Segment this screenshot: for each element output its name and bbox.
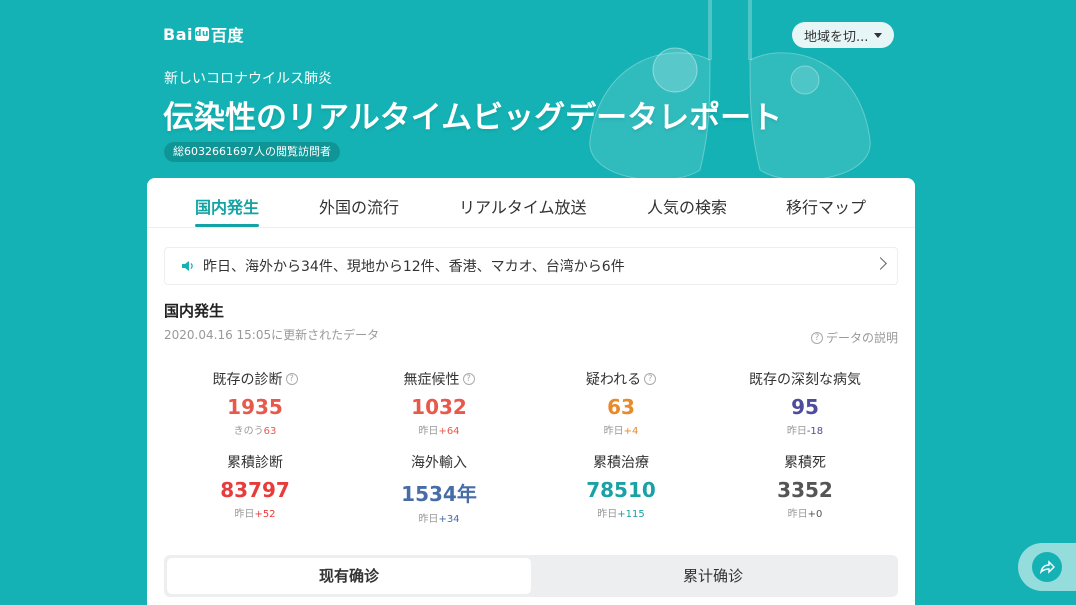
caret-down-icon: [874, 32, 883, 38]
stat-label: 累積治療: [593, 455, 649, 471]
stat-suspected: 疑われる? 63 昨日+4: [531, 369, 711, 437]
question-icon: ?: [810, 331, 823, 344]
stat-value: 95: [791, 395, 819, 419]
stat-label: 疑われる: [585, 372, 642, 388]
stat-change: 昨日+4: [603, 426, 639, 437]
confirmed-toggle: 现有确诊 累计确诊: [164, 555, 898, 597]
stat-value: 1935: [227, 395, 283, 419]
stat-value: 78510: [586, 478, 656, 502]
stat-label: 無症候性: [403, 372, 460, 388]
section-title: 国内発生: [164, 302, 225, 320]
data-explanation-link[interactable]: ? データの説明: [810, 329, 898, 346]
share-icon: [1032, 552, 1062, 582]
active-tab-indicator: [195, 224, 259, 227]
stat-cumulative-confirmed: 累積診断 83797 昨日+52: [165, 452, 345, 520]
stat-label: 累積診断: [227, 455, 283, 471]
page-title: 伝染性のリアルタイムビッグデータレポート: [163, 100, 783, 136]
chevron-right-icon: [874, 257, 887, 270]
toggle-cumulative-confirmed[interactable]: 累计确诊: [531, 558, 895, 594]
updated-timestamp: 2020.04.16 15:05に更新されたデータ: [164, 328, 380, 342]
stat-change: 昨日+34: [418, 514, 460, 525]
stat-label: 既存の診断: [212, 372, 283, 388]
stat-change: 昨日-18: [786, 426, 824, 437]
stat-value: 1534年: [401, 482, 477, 506]
tab-migration-map[interactable]: 移行マップ: [786, 194, 866, 218]
stat-change: 昨日+64: [418, 426, 460, 437]
stat-value: 3352: [777, 478, 833, 502]
tab-domestic[interactable]: 国内発生: [195, 194, 259, 218]
question-icon[interactable]: ?: [285, 373, 298, 385]
stat-label: 海外輸入: [411, 455, 467, 471]
notice-text: 昨日、海外から34件、現地から12件、香港、マカオ、台湾から6件: [203, 259, 625, 275]
question-icon[interactable]: ?: [644, 373, 657, 385]
data-explanation-label: データの説明: [825, 331, 898, 345]
main-card: 国内発生 外国の流行 リアルタイム放送 人気の検索 移行マップ 昨日、海外から3…: [147, 178, 915, 605]
paw-icon: du: [194, 27, 209, 41]
logo-text: Bai: [163, 24, 193, 44]
stat-imported: 海外輸入 1534年 昨日+34: [349, 452, 529, 525]
stat-value: 83797: [220, 478, 290, 502]
toggle-current-confirmed[interactable]: 现有确诊: [167, 558, 531, 594]
stat-cumulative-cured: 累積治療 78510 昨日+115: [531, 452, 711, 520]
region-switch-button[interactable]: 地域を切...: [792, 22, 895, 48]
baidu-logo[interactable]: Bai du 百度: [163, 22, 244, 46]
tab-bar: 国内発生 外国の流行 リアルタイム放送 人気の検索 移行マップ: [147, 178, 915, 228]
tab-overseas[interactable]: 外国の流行: [319, 194, 399, 218]
logo-cn-text: 百度: [210, 26, 244, 45]
stat-existing-confirmed: 既存の診断? 1935 きのう63: [165, 369, 345, 437]
stat-asymptomatic: 無症候性? 1032 昨日+64: [349, 369, 529, 437]
stat-severe: 既存の深刻な病気 95 昨日-18: [715, 369, 895, 437]
news-notice-bar[interactable]: 昨日、海外から34件、現地から12件、香港、マカオ、台湾から6件: [164, 247, 898, 285]
stat-change: 昨日+115: [597, 509, 645, 520]
stat-cumulative-deaths: 累積死 3352 昨日+0: [715, 452, 895, 520]
stat-value: 63: [607, 395, 635, 419]
tab-popular-search[interactable]: 人気の検索: [647, 194, 727, 218]
share-button[interactable]: [1018, 543, 1076, 591]
stat-change: 昨日+0: [787, 509, 823, 520]
tab-live-broadcast[interactable]: リアルタイム放送: [459, 194, 587, 218]
question-icon[interactable]: ?: [462, 373, 475, 385]
region-switch-label: 地域を切...: [804, 29, 869, 45]
page-subtitle: 新しいコロナウイルス肺炎: [164, 71, 332, 87]
stat-change: 昨日+52: [234, 509, 276, 520]
stat-change: きのう63: [233, 426, 277, 437]
speaker-icon: [182, 261, 193, 271]
stat-label: 既存の深刻な病気: [749, 372, 861, 388]
stat-value: 1032: [411, 395, 467, 419]
stat-label: 累積死: [784, 455, 826, 471]
visitor-count-badge: 総6032661697人の閲覧訪問者: [164, 142, 340, 162]
